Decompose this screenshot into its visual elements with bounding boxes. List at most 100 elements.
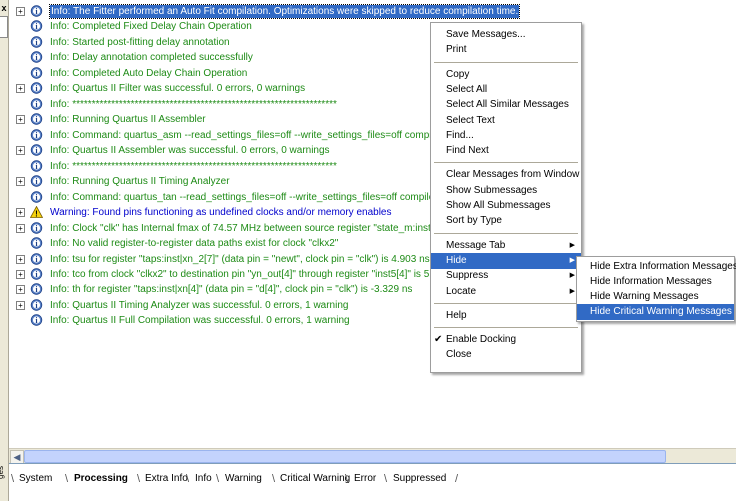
menu-item-help[interactable]: Help: [431, 308, 581, 324]
menu-separator: [434, 61, 578, 63]
menu-separator: [434, 302, 578, 304]
tab-system[interactable]: System: [19, 472, 52, 486]
message-text: Info: Running Quartus II Assembler: [50, 114, 206, 125]
menu-item-copy[interactable]: Copy: [431, 67, 581, 83]
message-text: Info: Command: quartus_tan --read_settin…: [50, 192, 494, 203]
menu-item-label: Clear Messages from Window: [446, 169, 580, 181]
submenu-item-label: Hide Information Messages: [590, 276, 712, 287]
submenu-item-hide-information-messages[interactable]: Hide Information Messages: [577, 274, 734, 290]
menu-item-save-messages[interactable]: Save Messages...: [431, 27, 581, 43]
tab-warning[interactable]: Warning: [225, 472, 262, 486]
message-row[interactable]: i Info: Command: quartus_tan --read_setti…: [9, 191, 734, 204]
message-row[interactable]: i Info: *********************************…: [9, 98, 734, 111]
expand-toggle-icon[interactable]: +: [16, 255, 25, 264]
menu-item-label: Close: [446, 349, 472, 361]
message-row[interactable]: i Info: Delay annotation completed succes…: [9, 51, 734, 64]
menu-item-print[interactable]: Print: [431, 42, 581, 58]
svg-text:!: !: [35, 210, 38, 219]
menu-item-select-text[interactable]: Select Text: [431, 113, 581, 129]
submenu-item-hide-extra-information-messages[interactable]: Hide Extra Information Messages: [577, 259, 736, 275]
menu-item-select-all[interactable]: Select All: [431, 82, 581, 98]
side-gutter: x ges: [0, 0, 9, 501]
expand-toggle-icon[interactable]: +: [16, 177, 25, 186]
info-icon: i: [30, 253, 43, 265]
horizontal-scrollbar[interactable]: ◀: [9, 448, 736, 464]
info-icon: i: [30, 113, 43, 125]
message-text: Info: Completed Fixed Delay Chain Operat…: [50, 21, 252, 32]
menu-item-label: Show All Submessages: [446, 200, 551, 211]
menu-item-enable-docking[interactable]: ✔ Enable Docking: [431, 332, 581, 348]
menu-item-label: Hide: [446, 254, 467, 266]
tab-critical-warning[interactable]: Critical Warning: [280, 472, 350, 486]
dock-handle[interactable]: [0, 16, 8, 38]
tab-divider: \: [272, 473, 276, 485]
menu-item-clear-messages-from-window[interactable]: Clear Messages from Window: [431, 167, 581, 183]
expand-toggle-icon[interactable]: +: [16, 84, 25, 93]
message-row[interactable]: + i Info: Clock "clk" has Internal fmax of…: [9, 222, 734, 235]
menu-item-label: Sort by Type: [446, 215, 502, 227]
scroll-left-icon[interactable]: ◀: [10, 450, 24, 464]
tab-suppressed[interactable]: Suppressed: [393, 472, 446, 486]
message-text: Info: Completed Auto Delay Chain Operati…: [50, 68, 248, 79]
menu-item-hide[interactable]: Hide ▶: [431, 252, 581, 269]
submenu-item-hide-critical-warning-messages[interactable]: Hide Critical Warning Messages: [577, 304, 734, 320]
info-icon: i: [30, 237, 43, 249]
submenu-item-hide-warning-messages[interactable]: Hide Warning Messages: [577, 289, 734, 305]
message-row[interactable]: + i Info: Running Quartus II Assembler: [9, 113, 734, 126]
message-text: Info: Clock "clk" has Internal fmax of 7…: [50, 223, 484, 234]
menu-item-message-tab[interactable]: Message Tab ▶: [431, 238, 581, 254]
expand-toggle-icon[interactable]: +: [16, 115, 25, 124]
message-row[interactable]: i Info: Command: quartus_asm --read_setti…: [9, 129, 734, 142]
menu-item-label: Print: [446, 44, 467, 56]
message-row[interactable]: i Info: Completed Fixed Delay Chain Opera…: [9, 20, 734, 33]
message-text: Info: th for register "taps:inst|xn[4]" …: [50, 284, 413, 295]
message-row[interactable]: i Info: No valid register-to-register dat…: [9, 237, 734, 250]
tab-error[interactable]: Error: [354, 472, 376, 486]
menu-item-sort-by-type[interactable]: Sort by Type: [431, 213, 581, 229]
expand-toggle-icon[interactable]: +: [16, 208, 25, 217]
expand-toggle-icon[interactable]: +: [16, 224, 25, 233]
tab-info[interactable]: Info: [195, 472, 212, 486]
expand-toggle-icon[interactable]: +: [16, 7, 25, 16]
menu-item-select-all-similar-messages[interactable]: Select All Similar Messages: [431, 97, 581, 113]
message-row[interactable]: + i Info: Quartus II Filter was successful…: [9, 82, 734, 95]
expand-toggle-icon[interactable]: +: [16, 285, 25, 294]
info-icon: i: [30, 82, 43, 94]
submenu-arrow-icon: ▶: [569, 241, 575, 249]
tab-processing[interactable]: Processing: [74, 472, 128, 486]
menu-item-locate[interactable]: Locate ▶: [431, 284, 581, 300]
message-row[interactable]: + i Info: The Fitter performed an Auto Fit…: [9, 4, 734, 19]
message-row[interactable]: i Info: Completed Auto Delay Chain Operat…: [9, 67, 734, 80]
message-row[interactable]: + i Info: Quartus II Assembler was success…: [9, 144, 734, 157]
tab-divider: \: [384, 473, 388, 485]
menu-item-close[interactable]: Close: [431, 347, 581, 363]
message-row[interactable]: +! Warning: Found pins functioning as und…: [9, 205, 734, 219]
message-row[interactable]: i Info: *********************************…: [9, 160, 734, 173]
menu-item-find-next[interactable]: Find Next: [431, 143, 581, 159]
menu-item-find[interactable]: Find...: [431, 128, 581, 144]
close-icon[interactable]: x: [0, 3, 8, 13]
message-tabs: System \ Processing \ Extra Info \ Info \ Warnin…: [9, 463, 736, 502]
info-icon: i: [30, 299, 43, 311]
menu-item-label: Message Tab: [446, 239, 506, 251]
expand-toggle-icon[interactable]: +: [16, 270, 25, 279]
menu-item-label: Show Submessages: [446, 184, 538, 196]
menu-item-label: Select All Similar Messages: [446, 99, 569, 111]
info-icon: i: [30, 51, 43, 63]
tab-divider: \: [345, 473, 349, 485]
check-icon: ✔: [434, 334, 443, 346]
message-text: Info: The Fitter performed an Auto Fit c…: [48, 4, 521, 19]
menu-item-suppress[interactable]: Suppress ▶: [431, 268, 581, 284]
tab-extra-info[interactable]: Extra Info: [145, 472, 188, 486]
scroll-thumb[interactable]: [24, 450, 666, 463]
expand-toggle-icon[interactable]: +: [16, 301, 25, 310]
menu-item-show-submessages[interactable]: Show Submessages: [431, 183, 581, 199]
message-row[interactable]: + i Info: Running Quartus II Timing Analyz…: [9, 175, 734, 188]
submenu-item-label: Hide Extra Information Messages: [590, 261, 736, 272]
info-icon: i: [30, 36, 43, 48]
message-row[interactable]: i Info: Started post-fitting delay annota…: [9, 36, 734, 49]
expand-toggle-icon[interactable]: +: [16, 146, 25, 155]
submenu-arrow-icon: ▶: [569, 272, 575, 280]
menu-item-show-all-submessages[interactable]: Show All Submessages: [431, 198, 581, 214]
info-icon: i: [30, 191, 43, 203]
